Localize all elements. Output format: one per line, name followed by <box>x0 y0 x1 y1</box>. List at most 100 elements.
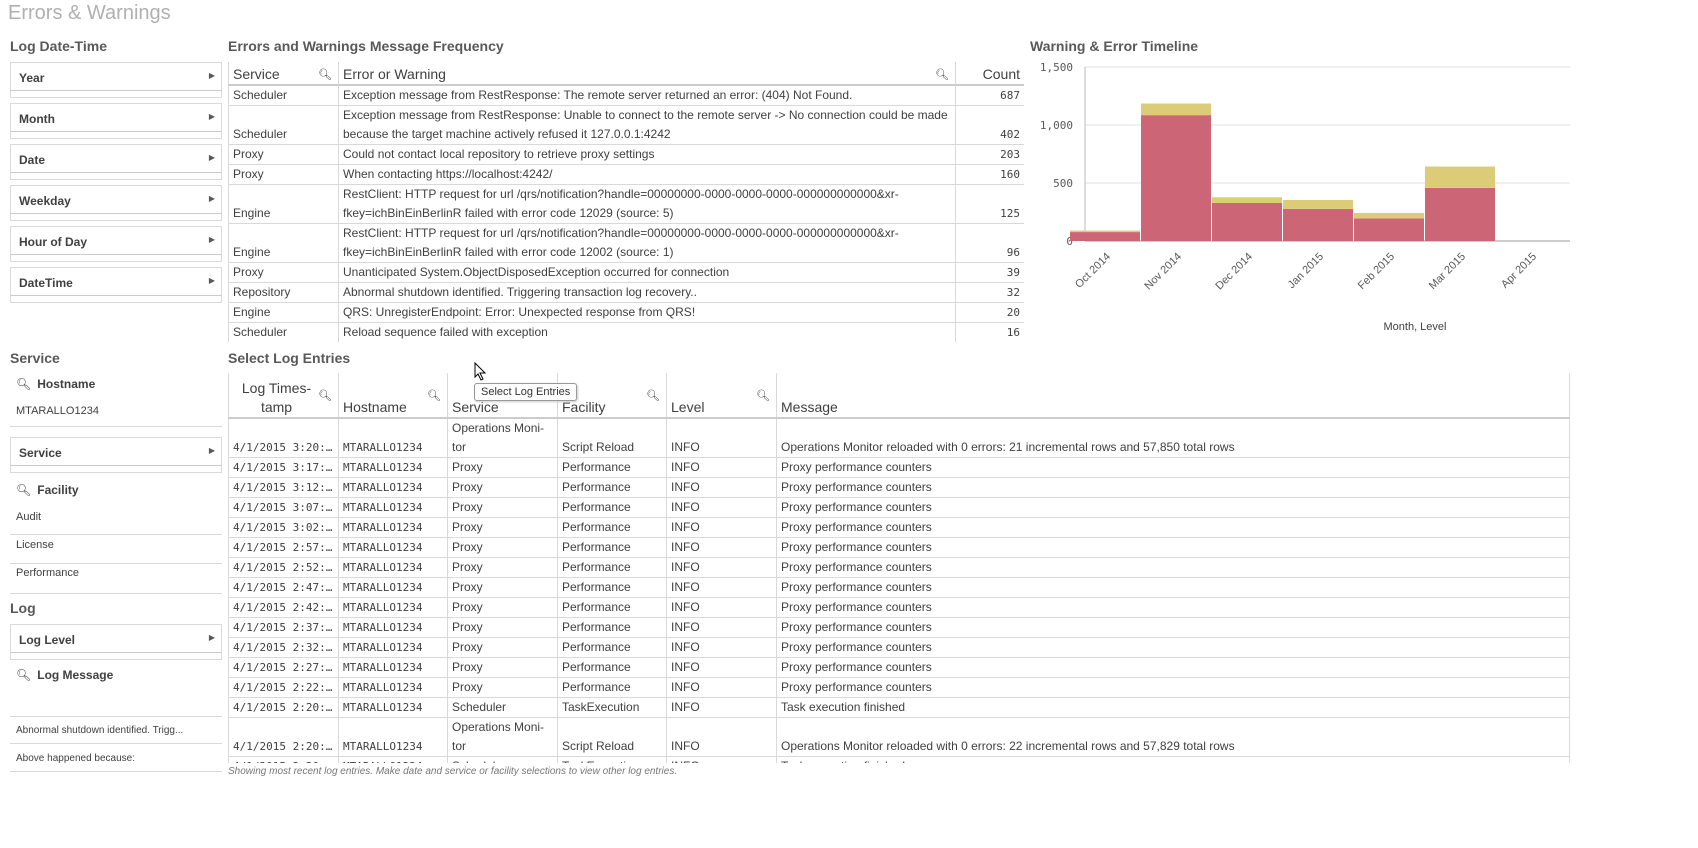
log-message-value[interactable]: Above happened because: <box>16 753 135 764</box>
cell-level[interactable]: INFO <box>666 756 777 763</box>
cell-message[interactable]: Proxy performance counters <box>776 537 1570 558</box>
cell-facility[interactable]: Performance <box>557 457 667 478</box>
cell-level[interactable]: INFO <box>666 577 777 598</box>
filter-datetime[interactable]: DateTime ▶ <box>10 267 222 303</box>
cell-message[interactable]: Proxy performance counters <box>776 677 1570 698</box>
cell-message[interactable]: Proxy performance counters <box>776 657 1570 678</box>
cell-service[interactable]: Proxy <box>447 497 558 518</box>
cell-level[interactable]: INFO <box>666 477 777 498</box>
table-row[interactable]: 4/1/2015 2:52:... MTARALLO1234 Proxy Perfor… <box>228 557 1570 578</box>
table-row[interactable]: 4/1/2015 2:47:... MTARALLO1234 Proxy Perfor… <box>228 577 1570 598</box>
cell-service[interactable]: Proxy <box>447 577 558 598</box>
table-row[interactable]: 4/1/2015 2:20:...MTARALLO1234SchedulerTa… <box>228 697 1570 718</box>
filter-date[interactable]: Date ▶ <box>10 144 222 180</box>
cell-facility[interactable]: Performance <box>557 537 667 558</box>
cell-service[interactable]: Operations Moni-tor <box>447 417 558 458</box>
cell-message[interactable]: Proxy performance counters <box>776 497 1570 518</box>
cell-timestamp[interactable]: 4/1/2015 2:22:... <box>228 677 339 698</box>
cell-level[interactable]: INFO <box>666 597 777 618</box>
cell-service[interactable]: Scheduler <box>228 84 339 106</box>
table-row[interactable]: 4/1/2015 2:37:... MTARALLO1234 Proxy Perfor… <box>228 617 1570 638</box>
table-row[interactable]: Scheduler Exception message from RestResp… <box>228 105 1024 145</box>
cell-hostname[interactable]: MTARALLO1234 <box>338 417 448 458</box>
cell-service[interactable]: Proxy <box>447 637 558 658</box>
cell-message[interactable]: Operations Monitor reloaded with 0 error… <box>776 717 1570 757</box>
cell-service[interactable]: Operations Moni-tor <box>447 717 558 757</box>
cell-service[interactable]: Repository <box>228 282 339 303</box>
table-row[interactable]: 4/1/2015 2:32:... MTARALLO1234 Proxy Perfor… <box>228 637 1570 658</box>
cell-timestamp[interactable]: 4/1/2015 2:32:... <box>228 637 339 658</box>
cell-message[interactable]: RestClient: HTTP request for url /qrs/no… <box>338 223 956 263</box>
cell-level[interactable]: INFO <box>666 637 777 658</box>
cell-service[interactable]: Proxy <box>447 517 558 538</box>
cell-service[interactable]: Proxy <box>447 537 558 558</box>
cell-facility[interactable]: Performance <box>557 497 667 518</box>
cell-facility[interactable]: Performance <box>557 617 667 638</box>
cell-level[interactable]: INFO <box>666 557 777 578</box>
table-row[interactable]: 4/1/2015 3:20:... MTARALLO1234 Operations … <box>228 417 1570 458</box>
cell-timestamp[interactable]: 4/1/2015 2:47:... <box>228 577 339 598</box>
cell-service[interactable]: Scheduler <box>447 756 558 763</box>
cell-timestamp[interactable]: 4/1/2015 3:02:... <box>228 517 339 538</box>
cell-level[interactable]: INFO <box>666 517 777 538</box>
table-row[interactable]: Proxy Could not contact local repository … <box>228 144 1024 165</box>
cell-service[interactable]: Engine <box>228 223 339 263</box>
column-header-service[interactable]: Service🔍︎ <box>228 62 339 86</box>
cell-message[interactable]: Exception message from RestResponse: Una… <box>338 105 956 145</box>
cell-hostname[interactable]: MTARALLO1234 <box>338 537 448 558</box>
search-icon[interactable]: 🔍︎ <box>646 387 660 406</box>
facility-value[interactable]: Audit <box>16 511 41 523</box>
cell-service[interactable]: Engine <box>228 184 339 224</box>
cell-hostname[interactable]: MTARALLO1234 <box>338 577 448 598</box>
cell-level[interactable]: INFO <box>666 537 777 558</box>
cell-message[interactable]: Exception message from RestResponse: The… <box>338 84 956 106</box>
cell-service[interactable]: Scheduler <box>228 322 339 342</box>
table-row[interactable]: Scheduler Exception message from RestResp… <box>228 84 1024 106</box>
cell-timestamp[interactable]: 4/1/2015 2:27:... <box>228 657 339 678</box>
table-row[interactable]: Engine QRS: UnregisterEndpoint: Error: Un… <box>228 302 1024 323</box>
search-icon[interactable]: 🔍︎ <box>427 387 441 406</box>
cell-hostname[interactable]: MTARALLO1234 <box>338 756 448 763</box>
cell-level[interactable]: INFO <box>666 457 777 478</box>
table-row[interactable]: 4/1/2015 3:02:... MTARALLO1234 Proxy Perfor… <box>228 517 1570 538</box>
cell-message[interactable]: Operations Monitor reloaded with 0 error… <box>776 417 1570 458</box>
log-message-search[interactable]: 🔍︎ Log Message <box>16 668 113 682</box>
table-row[interactable]: Scheduler Reload sequence failed with exc… <box>228 322 1024 342</box>
cell-hostname[interactable]: MTARALLO1234 <box>338 617 448 638</box>
cell-facility[interactable]: Performance <box>557 577 667 598</box>
cell-hostname[interactable]: MTARALLO1234 <box>338 477 448 498</box>
cell-message[interactable]: Proxy performance counters <box>776 557 1570 578</box>
cell-hostname[interactable]: MTARALLO1234 <box>338 657 448 678</box>
cell-facility[interactable]: Performance <box>557 677 667 698</box>
column-header-timestamp[interactable]: Log Times-tamp 🔍︎ <box>228 373 339 419</box>
cell-hostname[interactable]: MTARALLO1234 <box>338 557 448 578</box>
table-row[interactable]: Engine RestClient: HTTP request for url /… <box>228 223 1024 263</box>
table-row[interactable]: 4/1/2015 2:42:... MTARALLO1234 Proxy Perfor… <box>228 597 1570 618</box>
filter-month[interactable]: Month ▶ <box>10 103 222 139</box>
column-header-error[interactable]: Error or Warning 🔍︎ <box>338 62 956 86</box>
log-message-value[interactable]: Abnormal shutdown identified. Trigg... <box>16 725 183 736</box>
cell-service[interactable]: Scheduler <box>447 697 558 718</box>
cell-hostname[interactable]: MTARALLO1234 <box>338 677 448 698</box>
cell-service[interactable]: Proxy <box>447 677 558 698</box>
cell-facility[interactable]: Performance <box>557 597 667 618</box>
log-level-filter[interactable]: Log Level ▶ <box>10 624 222 660</box>
cell-level[interactable]: INFO <box>666 657 777 678</box>
search-icon[interactable]: 🔍︎ <box>318 66 332 83</box>
cell-timestamp[interactable]: 4/1/2015 2:52:... <box>228 557 339 578</box>
cell-timestamp[interactable]: 4/1/2015 3:12:... <box>228 477 339 498</box>
cell-timestamp[interactable]: 4/1/2015 2:20:... <box>228 756 339 763</box>
table-row[interactable]: 4/1/2015 3:12:... MTARALLO1234 Proxy Perfor… <box>228 477 1570 498</box>
table-row[interactable]: Proxy When contacting https://localhost:4… <box>228 164 1024 185</box>
cell-service[interactable]: Engine <box>228 302 339 323</box>
hostname-search[interactable]: 🔍︎ Hostname <box>16 377 95 391</box>
cell-hostname[interactable]: MTARALLO1234 <box>338 637 448 658</box>
cell-service[interactable]: Proxy <box>228 262 339 283</box>
facility-value[interactable]: Performance <box>16 567 79 579</box>
cell-hostname[interactable]: MTARALLO1234 <box>338 697 448 718</box>
filter-weekday[interactable]: Weekday ▶ <box>10 185 222 221</box>
cell-facility[interactable]: Script Reload <box>557 417 667 458</box>
cell-service[interactable]: Proxy <box>447 477 558 498</box>
table-row[interactable]: 4/1/2015 3:07:... MTARALLO1234 Proxy Perfor… <box>228 497 1570 518</box>
cell-message[interactable]: Proxy performance counters <box>776 517 1570 538</box>
